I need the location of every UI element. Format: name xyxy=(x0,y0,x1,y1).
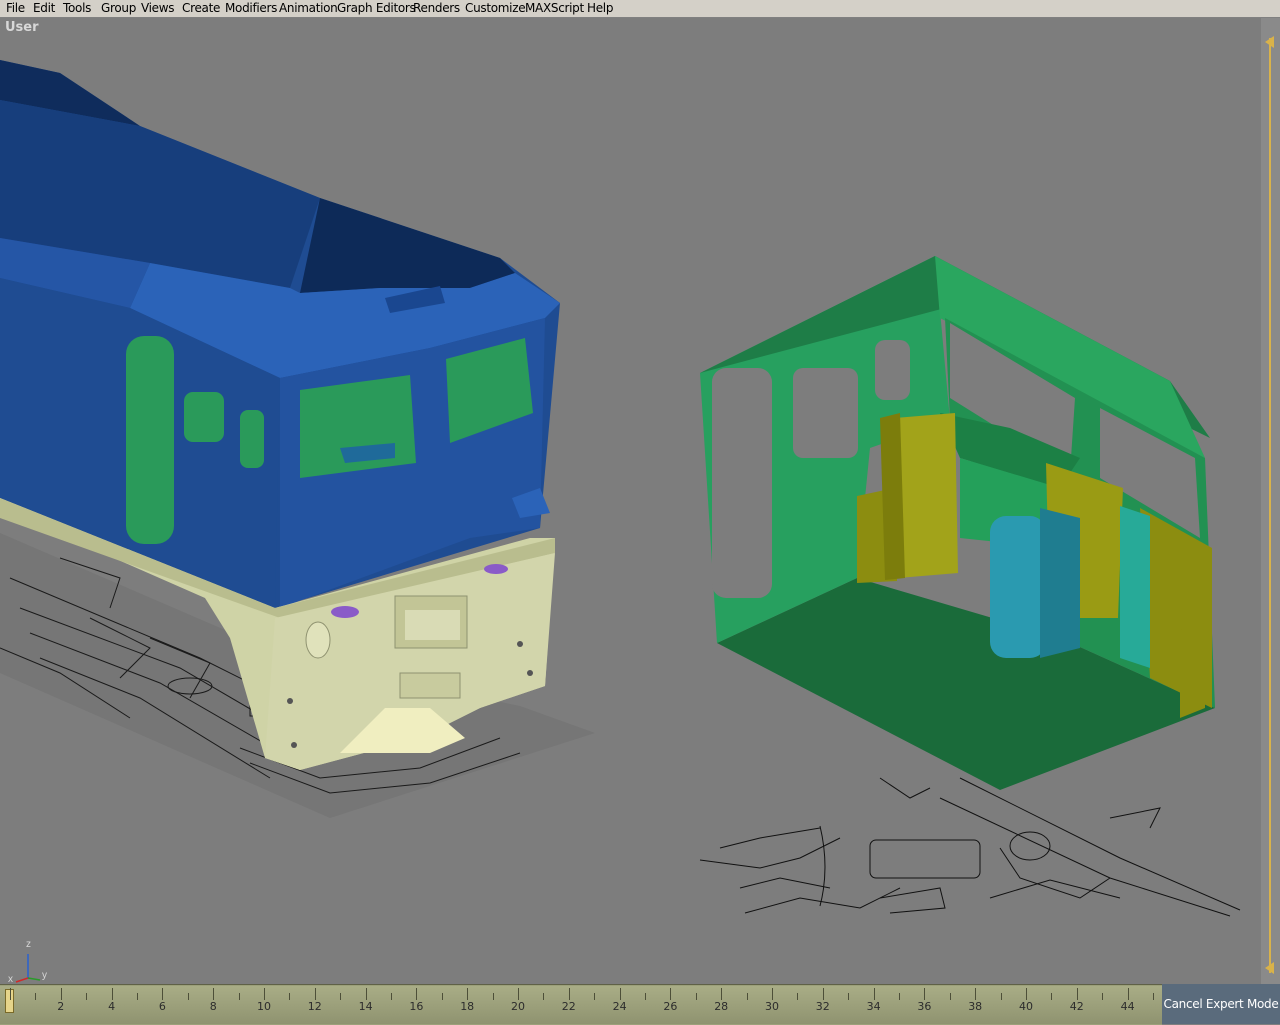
time-slider[interactable]: 2 4 6 8 10 12 14 16 18 20 22 24 26 28 30 32 34 36 38 40 42 44 xyxy=(0,984,1162,1025)
timeline-tick-label: 24 xyxy=(612,1000,627,1013)
timeline-tick xyxy=(187,993,189,1000)
timeline-tick xyxy=(772,988,773,1000)
timeline-tick xyxy=(391,993,392,1000)
scrollbar-track[interactable] xyxy=(1269,38,1271,973)
timeline-tick xyxy=(35,993,37,1000)
timeline-tick xyxy=(848,993,850,1000)
timeline-tick xyxy=(670,988,672,1000)
timeline-tick xyxy=(1051,993,1053,1000)
timeline-tick-label: 28 xyxy=(714,1000,729,1013)
timeline-tick xyxy=(1026,988,1027,1000)
timeline-tick xyxy=(568,988,570,1000)
timeline-tick xyxy=(289,993,291,1000)
timeline-tick-label: 20 xyxy=(511,1000,525,1013)
timeline-tick xyxy=(746,993,748,1000)
menu-help[interactable]: Help xyxy=(587,1,613,15)
timeline-tick xyxy=(213,988,215,1000)
menu-views[interactable]: Views xyxy=(141,1,175,15)
timeline-tick xyxy=(86,993,88,1000)
blueprint-plane-right xyxy=(699,777,1241,917)
timeline-tick xyxy=(873,988,875,1000)
timeline-tick-label: 32 xyxy=(815,1000,830,1013)
timeline-tick xyxy=(162,988,164,1000)
timeline-tick xyxy=(899,993,900,1000)
timeline-tick xyxy=(111,988,113,1000)
timeline-tick-label: 12 xyxy=(307,1000,322,1013)
axis-y-label: y xyxy=(42,970,47,981)
axis-z-label: z xyxy=(26,939,31,950)
cancel-expert-mode-button[interactable]: Cancel Expert Mode xyxy=(1162,984,1280,1024)
timeline-tick-label: 14 xyxy=(358,1000,373,1013)
menu-renders[interactable]: Renders xyxy=(413,1,460,15)
timeline-tick xyxy=(1000,993,1002,1000)
timeline-tick xyxy=(365,988,367,1000)
menu-tools[interactable]: Tools xyxy=(63,1,91,15)
menu-modifiers[interactable]: Modifiers xyxy=(225,1,277,15)
timeline-tick xyxy=(416,988,418,1000)
timeline-tick xyxy=(797,993,799,1000)
triangle-left-icon[interactable] xyxy=(1265,962,1274,974)
timeline-tick xyxy=(1102,993,1104,1000)
timeline-tick-label: 18 xyxy=(460,1000,475,1013)
vertical-scrollbar[interactable] xyxy=(1261,18,1280,984)
timeline-tick xyxy=(264,988,265,1000)
timeline-tick-label: 10 xyxy=(257,1000,271,1013)
timeline-tick xyxy=(10,988,11,1000)
timeline-tick-label: 42 xyxy=(1069,1000,1084,1013)
timeline-tick-label: 34 xyxy=(866,1000,881,1013)
timeline-tick-label: 40 xyxy=(1019,1000,1033,1013)
timeline-tick xyxy=(492,993,494,1000)
timeline-tick-label: 36 xyxy=(917,1000,932,1013)
timeline-tick xyxy=(949,993,951,1000)
timeline-tick xyxy=(1127,988,1129,1000)
timeline-track[interactable] xyxy=(0,986,1162,1024)
menu-bar: File Edit Tools Group Views Create Modifiers An… xyxy=(0,0,1280,18)
timeline-tick xyxy=(60,988,62,1000)
timeline-tick-label: 2 xyxy=(57,1000,65,1013)
timeline-tick xyxy=(1076,988,1078,1000)
viewport-label[interactable]: User xyxy=(5,20,39,35)
timeline-tick xyxy=(518,988,519,1000)
timeline-tick-label: 22 xyxy=(561,1000,576,1013)
triangle-left-icon[interactable] xyxy=(1265,36,1274,48)
menu-graph-editors[interactable]: Graph Editors xyxy=(337,1,416,15)
timeline-tick xyxy=(543,993,545,1000)
timeline-tick xyxy=(441,993,443,1000)
timeline-tick xyxy=(695,993,697,1000)
timeline-tick xyxy=(619,988,621,1000)
menu-maxscript[interactable]: MAXScript xyxy=(525,1,584,15)
viewport-user[interactable]: User z x y xyxy=(0,18,1261,984)
timeline-tick xyxy=(721,988,723,1000)
timeline-tick xyxy=(314,988,316,1000)
timeline-tick xyxy=(924,988,926,1000)
timeline-tick xyxy=(238,993,240,1000)
timeline-tick xyxy=(340,993,342,1000)
timeline-tick xyxy=(137,993,138,1000)
timeline-tick-label: 8 xyxy=(209,1000,217,1013)
menu-customize[interactable]: Customize xyxy=(465,1,526,15)
cab-interior-model[interactable] xyxy=(700,256,1215,790)
menu-file[interactable]: File xyxy=(6,1,25,15)
menu-group[interactable]: Group xyxy=(101,1,136,15)
timeline-tick-label: 44 xyxy=(1120,1000,1135,1013)
timeline-tick xyxy=(467,988,469,1000)
axis-x-label: x xyxy=(8,974,13,984)
menu-animation[interactable]: Animation xyxy=(279,1,338,15)
timeline-tick-label: 30 xyxy=(765,1000,779,1013)
timeline-tick xyxy=(645,993,646,1000)
timeline-tick-label: 38 xyxy=(968,1000,983,1013)
menu-create[interactable]: Create xyxy=(182,1,220,15)
menu-edit[interactable]: Edit xyxy=(33,1,55,15)
timeline-tick-label: 4 xyxy=(108,1000,116,1013)
timeline-tick xyxy=(822,988,824,1000)
scene-3d[interactable] xyxy=(0,18,1261,984)
timeline-tick xyxy=(594,993,596,1000)
timeline-tick xyxy=(1153,993,1154,1000)
timeline-tick-label: 26 xyxy=(663,1000,678,1013)
timeline-tick-label: 16 xyxy=(409,1000,424,1013)
timeline-tick xyxy=(975,988,977,1000)
timeline-tick-label: 6 xyxy=(158,1000,166,1013)
axis-tripod-icon: z x y xyxy=(4,938,60,984)
